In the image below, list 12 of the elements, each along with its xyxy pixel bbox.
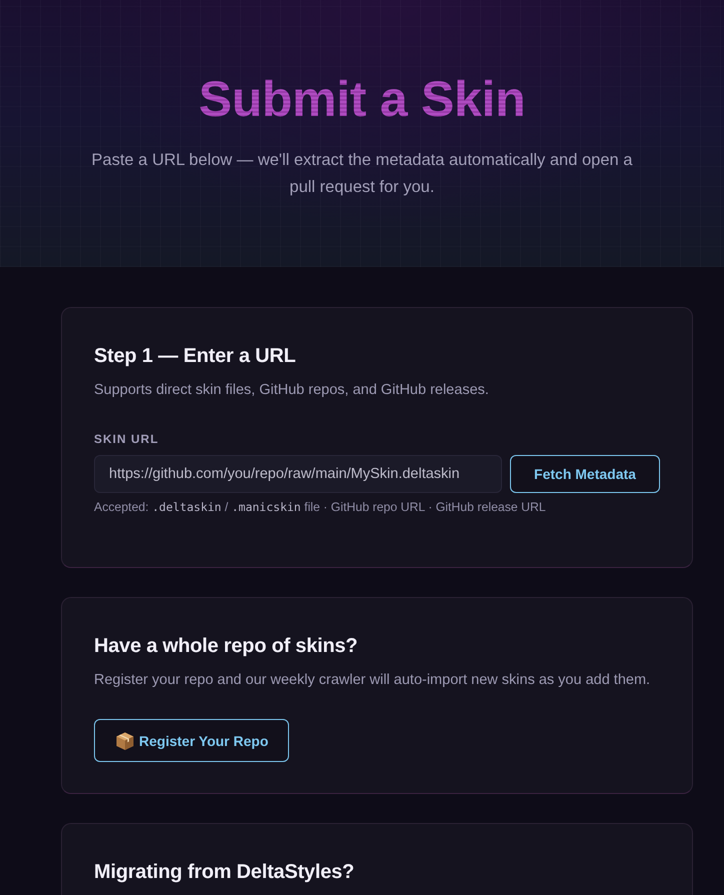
card-description: Supports direct skin files, GitHub repos, and GitHub releases. xyxy=(94,381,490,400)
accepted-formats-hint: Accepted: .deltaskin / .manicskin file · GitHub repo URL · GitHub release URL xyxy=(94,500,547,514)
card-heading: Have a whole repo of skins? xyxy=(94,634,359,659)
url-input-field[interactable]: https://github.com/you/repo/raw/main/MySkin.deltaskin xyxy=(94,455,502,493)
card-description: Register your repo and our weekly crawler will auto-import new skins as you add them. xyxy=(94,671,652,690)
card-heading: Migrating from DeltaStyles? xyxy=(94,860,356,885)
register-repo-button[interactable]: Register Your Repo xyxy=(94,719,290,762)
fetch-metadata-button[interactable]: Fetch Metadata xyxy=(510,455,660,493)
cardboard-box-icon xyxy=(115,730,135,750)
card-heading: Step 1 — Enter a URL xyxy=(94,344,297,369)
field-label: SKIN URL xyxy=(94,431,160,447)
page-subtitle: Paste a URL below — we'll extract the metadata automatically and open a pull request for you. xyxy=(90,150,634,198)
